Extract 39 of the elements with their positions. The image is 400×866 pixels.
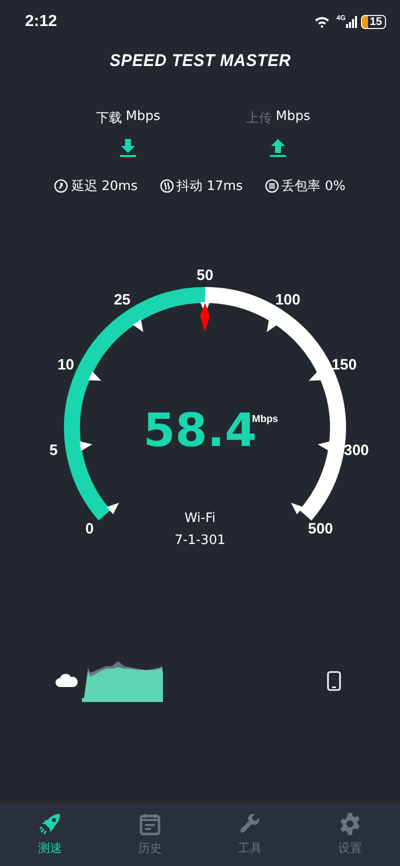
calendar-icon [138,812,162,836]
scale-label: 25 [114,291,131,308]
cloud-icon [55,672,79,688]
download-arrow-icon [119,139,137,157]
battery-indicator: 15 [360,15,386,29]
scale-label: 100 [275,291,300,308]
speed-unit: Mbps [252,414,278,425]
latency-icon [54,179,68,193]
nav-tab[interactable]: 测速 [0,803,100,866]
direction-label[interactable]: 下载 [96,109,122,127]
loss-icon [264,179,279,193]
scale-label: 50 [196,267,214,284]
wifi-icon [314,16,330,28]
unit-label: Mbps [276,109,310,126]
settings-icon [338,812,362,836]
unit-label: Mbps [126,109,160,126]
metric-text: 抖动 17ms [176,178,243,195]
status-time: 2:12 [25,13,58,31]
scale-label: 5 [49,442,58,459]
metric-text: 丢包率 0% [282,178,346,195]
network-ssid: 7-1-301 [174,533,226,548]
phone-icon [327,671,341,691]
scale-label: 500 [308,520,334,538]
jitter-icon [160,179,174,193]
rocket-icon [38,812,62,836]
signal-icon [346,16,358,28]
scale-label: 0 [85,520,94,538]
direction-label[interactable]: 上传 [246,109,272,127]
network-name: Wi-Fi [184,511,216,526]
scale-label: 150 [332,356,357,374]
nav-tab[interactable]: 工具 [200,803,300,866]
gauge-needle [200,303,210,332]
metric-text: 延迟 20ms [71,178,138,195]
scale-label: 10 [57,356,74,374]
scale-label: 300 [344,442,369,459]
app-logo: SPEED TEST MASTER [109,51,291,71]
upload-arrow-icon [269,139,287,157]
nav-tab[interactable]: 历史 [100,803,200,866]
nav-tab[interactable]: 设置 [300,803,400,866]
